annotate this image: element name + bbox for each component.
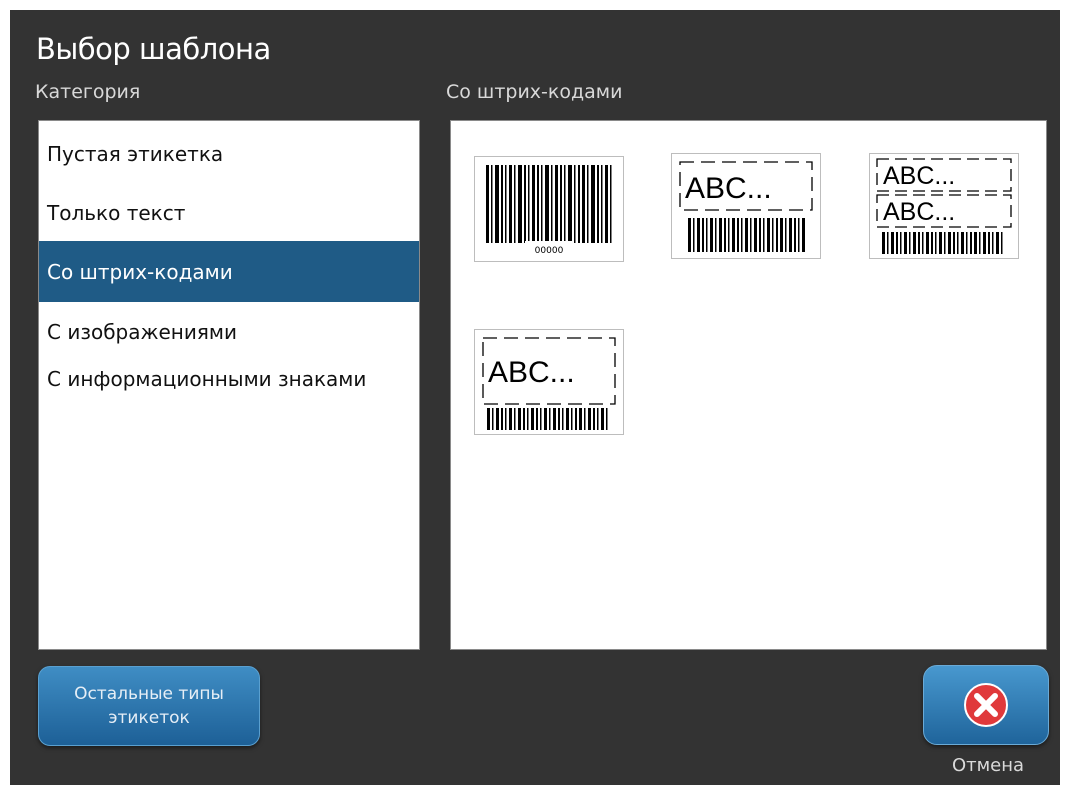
template-grid: 00000 ABC... ABC... ABC... ABC...	[450, 120, 1047, 650]
category-item-barcodes[interactable]: Со штрих-кодами	[39, 241, 419, 302]
category-item-text-only[interactable]: Только текст	[39, 200, 419, 226]
template-selection-dialog: Выбор шаблона Категория Со штрих-кодами …	[10, 10, 1060, 785]
templates-label: Со штрих-кодами	[446, 81, 623, 103]
two-text-barcode-template-icon: ABC... ABC...	[876, 158, 1012, 254]
dialog-title: Выбор шаблона	[36, 32, 271, 66]
template-text: ABC...	[883, 162, 955, 190]
category-item-signs[interactable]: С информационными знаками	[39, 366, 419, 392]
more-label-types-label: Остальные типы этикеток	[74, 684, 224, 728]
category-item-images[interactable]: С изображениями	[39, 319, 419, 345]
template-text: ABC...	[685, 172, 772, 205]
text-barcode-template-icon: ABC...	[679, 161, 813, 252]
text-barcode-template-icon: ABC...	[482, 337, 616, 430]
template-text-barcode[interactable]: ABC...	[671, 153, 821, 259]
cancel-button[interactable]	[923, 665, 1049, 745]
template-text-2: ABC...	[883, 198, 955, 226]
template-text: ABC...	[488, 356, 575, 389]
template-text-barcode-2[interactable]: ABC...	[474, 329, 624, 435]
category-item-label: Со штрих-кодами	[47, 259, 233, 284]
category-label: Категория	[35, 81, 141, 103]
barcode-caption: 00000	[535, 246, 564, 256]
close-icon	[964, 683, 1008, 727]
category-item-blank[interactable]: Пустая этикетка	[39, 141, 419, 167]
template-barcode[interactable]: 00000	[474, 156, 624, 262]
cancel-label: Отмена	[951, 755, 1025, 776]
category-list: Пустая этикетка Только текст Со штрих-ко…	[38, 120, 420, 650]
barcode-template-icon: 00000	[486, 165, 612, 256]
template-two-text-barcode[interactable]: ABC... ABC...	[869, 153, 1019, 259]
more-label-types-button[interactable]: Остальные типы этикеток	[38, 666, 260, 746]
